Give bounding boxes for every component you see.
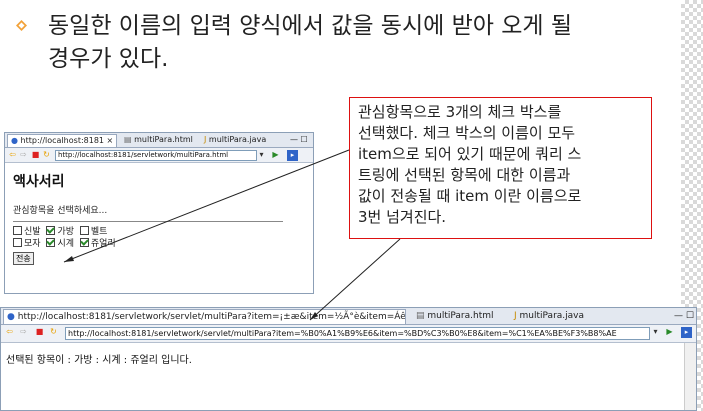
browser-toolbar: ⇦ ⇨ ■ ↻ http://localhost:8181/servletwor… xyxy=(1,325,696,343)
bookmark-icon[interactable]: ▸ xyxy=(287,150,298,161)
checkbox-row-1: 신발 가방 벨트 xyxy=(13,226,305,238)
submit-button[interactable]: 전송 xyxy=(13,252,34,265)
refresh-icon[interactable]: ↻ xyxy=(42,150,51,159)
result-text: 선택된 항목이 : 가방 : 시계 : 쥬얼리 입니다. xyxy=(6,355,192,366)
page-title: 액사서리 xyxy=(13,174,65,190)
bookmark-icon[interactable]: ▸ xyxy=(681,327,692,338)
dropdown-icon[interactable]: ▾ xyxy=(257,150,266,159)
tab-multipara-java[interactable]: J multiPara.java xyxy=(511,309,587,323)
checkbox-shoes[interactable]: 신발 xyxy=(13,226,41,237)
diamond-bullet-icon xyxy=(16,20,27,31)
back-icon[interactable]: ⇦ xyxy=(8,150,17,159)
bullet-line-1: 동일한 이름의 입력 양식에서 값을 동시에 받아 오게 될 xyxy=(48,13,573,39)
callout-line: 3번 넘겨진다. xyxy=(358,208,447,226)
address-bar[interactable]: http://localhost:8181/servletwork/servle… xyxy=(65,327,650,340)
tab-multipara-java[interactable]: J multiPara.java xyxy=(201,134,269,146)
window-controls[interactable]: — ☐ xyxy=(287,134,311,146)
tab-bar: ● http://localhost:8181/servletwork/serv… xyxy=(1,308,696,325)
callout-line: 선택했다. 체크 박스의 이름이 모두 xyxy=(358,124,576,142)
checkbox-belt[interactable]: 벨트 xyxy=(79,226,107,237)
bullet-text: 동일한 이름의 입력 양식에서 값을 동시에 받아 오게 될 경우가 있다. xyxy=(48,10,572,76)
callout-line: 값이 전송될 때 item 이란 이름으로 xyxy=(358,187,582,205)
callout-line: 트링에 선택된 항목에 대한 이름과 xyxy=(358,166,571,184)
stop-icon[interactable]: ■ xyxy=(35,327,44,336)
back-icon[interactable]: ⇦ xyxy=(5,327,14,336)
refresh-icon[interactable]: ↻ xyxy=(49,327,58,336)
checkbox-jewelry[interactable]: 쥬얼리 xyxy=(79,238,116,249)
explanation-callout: 관심항목으로 3개의 체크 박스를 선택했다. 체크 박스의 이름이 모두 it… xyxy=(349,97,652,239)
vertical-scrollbar[interactable] xyxy=(684,343,696,410)
go-icon[interactable]: ▶ xyxy=(271,150,280,159)
checkbox-row-2: 모자 시계 쥬얼리 xyxy=(13,238,305,250)
go-icon[interactable]: ▶ xyxy=(665,327,674,336)
prompt-text: 관심항목을 선택하세요... xyxy=(13,206,108,216)
window-controls[interactable]: — ☐ xyxy=(671,309,697,323)
callout-line: 관심항목으로 3개의 체크 박스를 xyxy=(358,103,562,121)
checkbox-hat[interactable]: 모자 xyxy=(13,238,41,249)
tab-multipara-html[interactable]: ▤ multiPara.html xyxy=(413,309,497,323)
address-bar[interactable]: http://localhost:8181/servletwork/multiP… xyxy=(55,150,257,161)
checkbox-watch[interactable]: 시계 xyxy=(46,238,74,249)
page-content: 액사서리 관심항목을 선택하세요... 신발 가방 벨트 모자 시계 쥬얼리 전… xyxy=(5,163,313,269)
forward-icon[interactable]: ⇨ xyxy=(19,150,28,159)
large-browser-window: ● http://localhost:8181/servletwork/serv… xyxy=(0,307,697,411)
forward-icon[interactable]: ⇨ xyxy=(19,327,28,336)
stop-icon[interactable]: ■ xyxy=(31,150,40,159)
tab-localhost[interactable]: ● http://localhost:8181 × xyxy=(7,134,118,147)
tab-multipara-html[interactable]: ▤ multiPara.html xyxy=(121,134,196,146)
tab-servlet-result[interactable]: ● http://localhost:8181/servletwork/serv… xyxy=(3,309,406,324)
bullet-line-2: 경우가 있다. xyxy=(48,46,169,72)
browser-toolbar: ⇦ ⇨ ■ ↻ http://localhost:8181/servletwor… xyxy=(5,148,313,163)
divider xyxy=(13,221,283,222)
checkbox-bag[interactable]: 가방 xyxy=(46,226,74,237)
dropdown-icon[interactable]: ▾ xyxy=(651,327,660,336)
tab-bar: ● http://localhost:8181 × ▤ multiPara.ht… xyxy=(5,133,313,148)
callout-line: item으로 되어 있기 때문에 쿼리 스 xyxy=(358,145,582,163)
small-browser-window: ● http://localhost:8181 × ▤ multiPara.ht… xyxy=(4,132,314,294)
